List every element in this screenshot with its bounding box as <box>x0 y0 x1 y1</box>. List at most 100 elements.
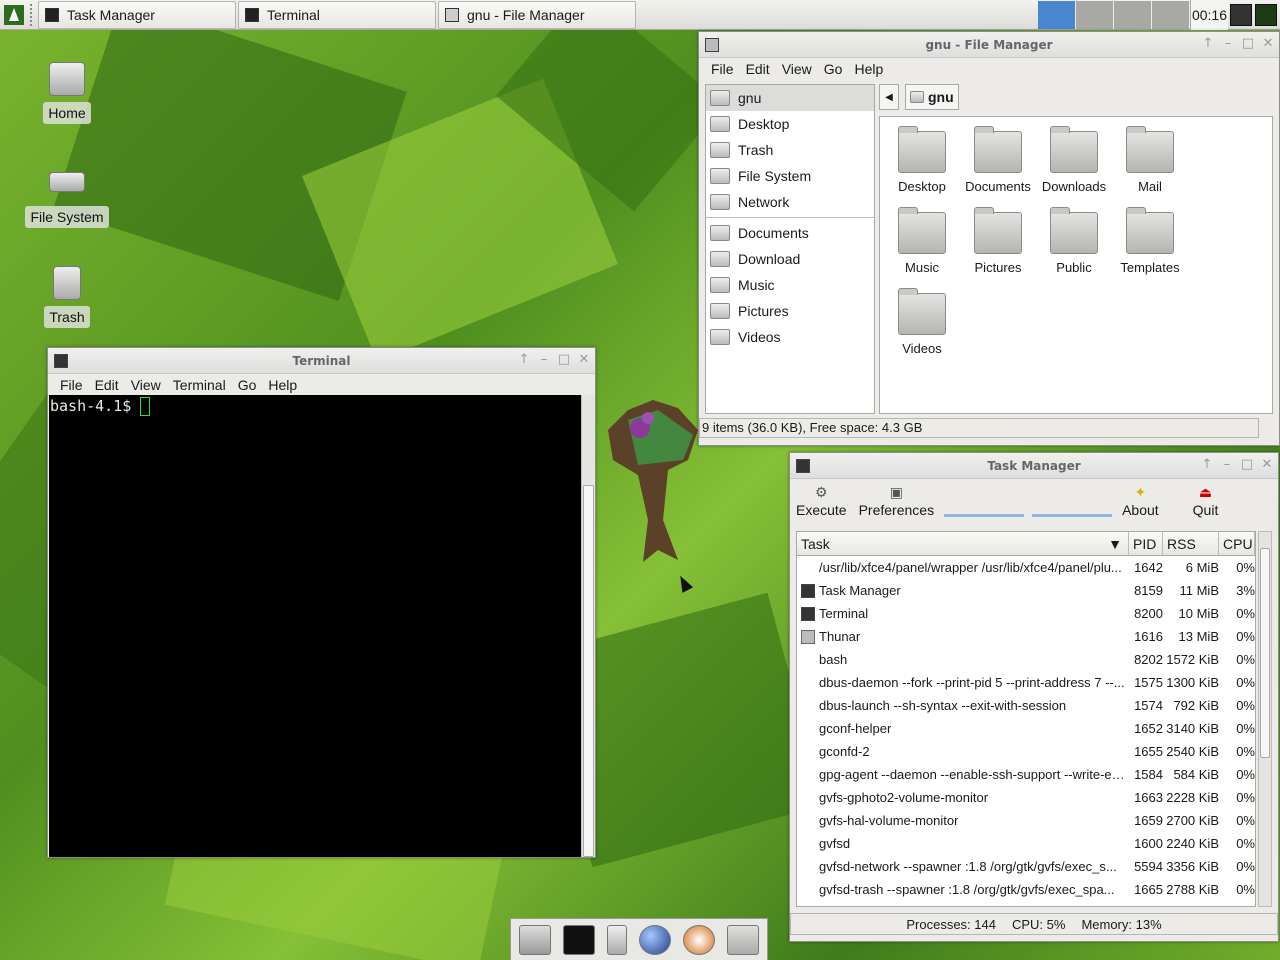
table-row[interactable]: /usr/lib/xfce4/panel/wrapper /usr/lib/xf… <box>797 556 1255 579</box>
scrollbar-thumb[interactable] <box>583 485 594 857</box>
desktop-icon-label: File System <box>25 206 109 228</box>
terminal-scrollbar[interactable] <box>581 395 595 857</box>
column-header-rss[interactable]: RSS <box>1163 532 1219 555</box>
applications-menu-button[interactable] <box>0 0 28 30</box>
process-table[interactable]: Task ▼ PID RSS CPU /usr/lib/xfce4/panel/w… <box>796 531 1256 907</box>
table-row[interactable]: gvfsd-network --spawner :1.8 /org/gtk/gv… <box>797 855 1255 878</box>
sidebar-item-trash[interactable]: Trash <box>706 137 874 163</box>
table-row[interactable]: gvfs-gphoto2-volume-monitor 1663 2228 KiB 0… <box>797 786 1255 809</box>
desktop-icon-file-system[interactable]: File System <box>22 166 112 228</box>
table-row[interactable]: gvfs-hal-volume-monitor 1659 2700 KiB 0% <box>797 809 1255 832</box>
table-row[interactable]: bash 8202 1572 KiB 0% <box>797 648 1255 671</box>
table-row[interactable]: Task Manager 8159 11 MiB 3% <box>797 579 1255 602</box>
table-row[interactable]: Thunar 1616 13 MiB 0% <box>797 625 1255 648</box>
window-maximize-button[interactable]: □ <box>557 352 571 367</box>
quit-button[interactable]: ⏏ Quit <box>1187 479 1225 523</box>
taskbar-file-manager[interactable]: gnu - File Manager <box>438 0 636 29</box>
table-row[interactable]: Terminal 8200 10 MiB 0% <box>797 602 1255 625</box>
search-launcher-icon[interactable] <box>683 924 715 955</box>
window-close-button[interactable]: ✕ <box>1260 457 1274 472</box>
workspace-4[interactable] <box>1152 1 1190 29</box>
sidebar-item-file-system[interactable]: File System <box>706 163 874 189</box>
terminal-titlebar[interactable]: Terminal ↑ – □ ✕ <box>48 348 595 374</box>
file-icon-view[interactable]: Desktop Documents Downloads Mail Music P… <box>879 116 1273 414</box>
sidebar-item-music[interactable]: Music <box>706 272 874 298</box>
preferences-button[interactable]: ▣ Preferences <box>853 479 940 523</box>
folder-item-videos[interactable]: Videos <box>884 288 960 356</box>
column-header-cpu[interactable]: CPU <box>1219 532 1255 555</box>
folder-item-downloads[interactable]: Downloads <box>1036 126 1112 194</box>
taskbar-terminal[interactable]: Terminal <box>238 0 436 29</box>
sidebar-item-documents[interactable]: Documents <box>706 220 874 246</box>
workspace-3[interactable] <box>1114 1 1152 29</box>
menu-go[interactable]: Go <box>232 377 263 393</box>
menu-file[interactable]: File <box>705 61 740 77</box>
cpu-monitor-icon[interactable] <box>1255 4 1277 26</box>
process-scrollbar[interactable] <box>1258 531 1272 907</box>
menu-help[interactable]: Help <box>848 61 889 77</box>
folder-item-templates[interactable]: Templates <box>1112 207 1188 275</box>
table-row[interactable]: gpg-agent --daemon --enable-ssh-support … <box>797 763 1255 786</box>
sidebar-item-videos[interactable]: Videos <box>706 324 874 350</box>
folder-item-public[interactable]: Public <box>1036 207 1112 275</box>
menu-edit[interactable]: Edit <box>740 61 776 77</box>
window-minimize-button[interactable]: – <box>1220 457 1234 472</box>
window-maximize-button[interactable]: □ <box>1241 36 1255 51</box>
scrollbar-thumb[interactable] <box>1260 548 1270 758</box>
breadcrumb-back-button[interactable]: ◀ <box>879 84 899 110</box>
task-name: bash <box>819 652 848 667</box>
table-row[interactable]: gvfsd 1600 2240 KiB 0% <box>797 832 1255 855</box>
window-maximize-button[interactable]: □ <box>1240 457 1254 472</box>
menu-terminal[interactable]: Terminal <box>167 377 232 393</box>
window-close-button[interactable]: ✕ <box>1261 36 1275 51</box>
menu-view[interactable]: View <box>125 377 167 393</box>
sidebar-item-download[interactable]: Download <box>706 246 874 272</box>
sidebar-item-desktop[interactable]: Desktop <box>706 111 874 137</box>
window-close-button[interactable]: ✕ <box>577 352 591 367</box>
about-button[interactable]: ✦ About <box>1116 479 1165 523</box>
menu-go[interactable]: Go <box>818 61 849 77</box>
window-shade-button[interactable]: ↑ <box>1201 36 1215 51</box>
sidebar-item-gnu[interactable]: gnu <box>706 85 874 111</box>
folder-item-mail[interactable]: Mail <box>1112 126 1188 194</box>
menu-edit[interactable]: Edit <box>89 377 125 393</box>
folder-item-music[interactable]: Music <box>884 207 960 275</box>
sidebar-item-pictures[interactable]: Pictures <box>706 298 874 324</box>
cabinet-launcher-icon[interactable] <box>607 924 627 955</box>
folder-item-documents[interactable]: Documents <box>960 126 1036 194</box>
workspace-1[interactable] <box>1038 1 1076 29</box>
web-browser-launcher-icon[interactable] <box>639 924 671 955</box>
window-shade-button[interactable]: ↑ <box>517 352 531 367</box>
table-row[interactable]: gconf-helper 1652 3140 KiB 0% <box>797 717 1255 740</box>
network-icon[interactable] <box>1230 4 1252 26</box>
terminal-output[interactable]: bash-4.1$ <box>49 395 581 857</box>
sidebar-item-network[interactable]: Network <box>706 189 874 215</box>
workspace-2[interactable] <box>1076 1 1114 29</box>
panel-clock[interactable]: 00:16 <box>1190 0 1228 30</box>
column-header-pid[interactable]: PID <box>1129 532 1163 555</box>
file-manager-launcher-icon[interactable] <box>519 924 551 955</box>
column-header-task[interactable]: Task ▼ <box>797 532 1129 555</box>
folder-item-desktop[interactable]: Desktop <box>884 126 960 194</box>
window-minimize-button[interactable]: – <box>1221 36 1235 51</box>
table-row[interactable]: dbus-daemon --fork --print-pid 5 --print… <box>797 671 1255 694</box>
folder-item-pictures[interactable]: Pictures <box>960 207 1036 275</box>
execute-button[interactable]: ⚙ Execute <box>790 479 853 523</box>
desktop-icon-trash[interactable]: Trash <box>22 266 112 328</box>
file-manager-titlebar[interactable]: gnu - File Manager ↑ – □ ✕ <box>699 32 1279 58</box>
panel-handle[interactable] <box>30 3 36 26</box>
table-row[interactable]: gconfd-2 1655 2540 KiB 0% <box>797 740 1255 763</box>
taskbar-task-manager[interactable]: Task Manager <box>38 0 236 29</box>
menu-view[interactable]: View <box>776 61 818 77</box>
task-manager-titlebar[interactable]: Task Manager ↑ – □ ✕ <box>790 453 1278 479</box>
menu-file[interactable]: File <box>54 377 89 393</box>
window-shade-button[interactable]: ↑ <box>1200 457 1214 472</box>
table-row[interactable]: gvfsd-trash --spawner :1.8 /org/gtk/gvfs… <box>797 878 1255 901</box>
breadcrumb-item-gnu[interactable]: gnu <box>905 84 959 110</box>
menu-help[interactable]: Help <box>262 377 303 393</box>
folder-launcher-icon[interactable] <box>727 924 759 955</box>
terminal-launcher-icon[interactable] <box>563 924 595 955</box>
table-row[interactable]: dbus-launch --sh-syntax --exit-with-sess… <box>797 694 1255 717</box>
desktop-icon-home[interactable]: Home <box>22 62 112 124</box>
window-minimize-button[interactable]: – <box>537 352 551 367</box>
